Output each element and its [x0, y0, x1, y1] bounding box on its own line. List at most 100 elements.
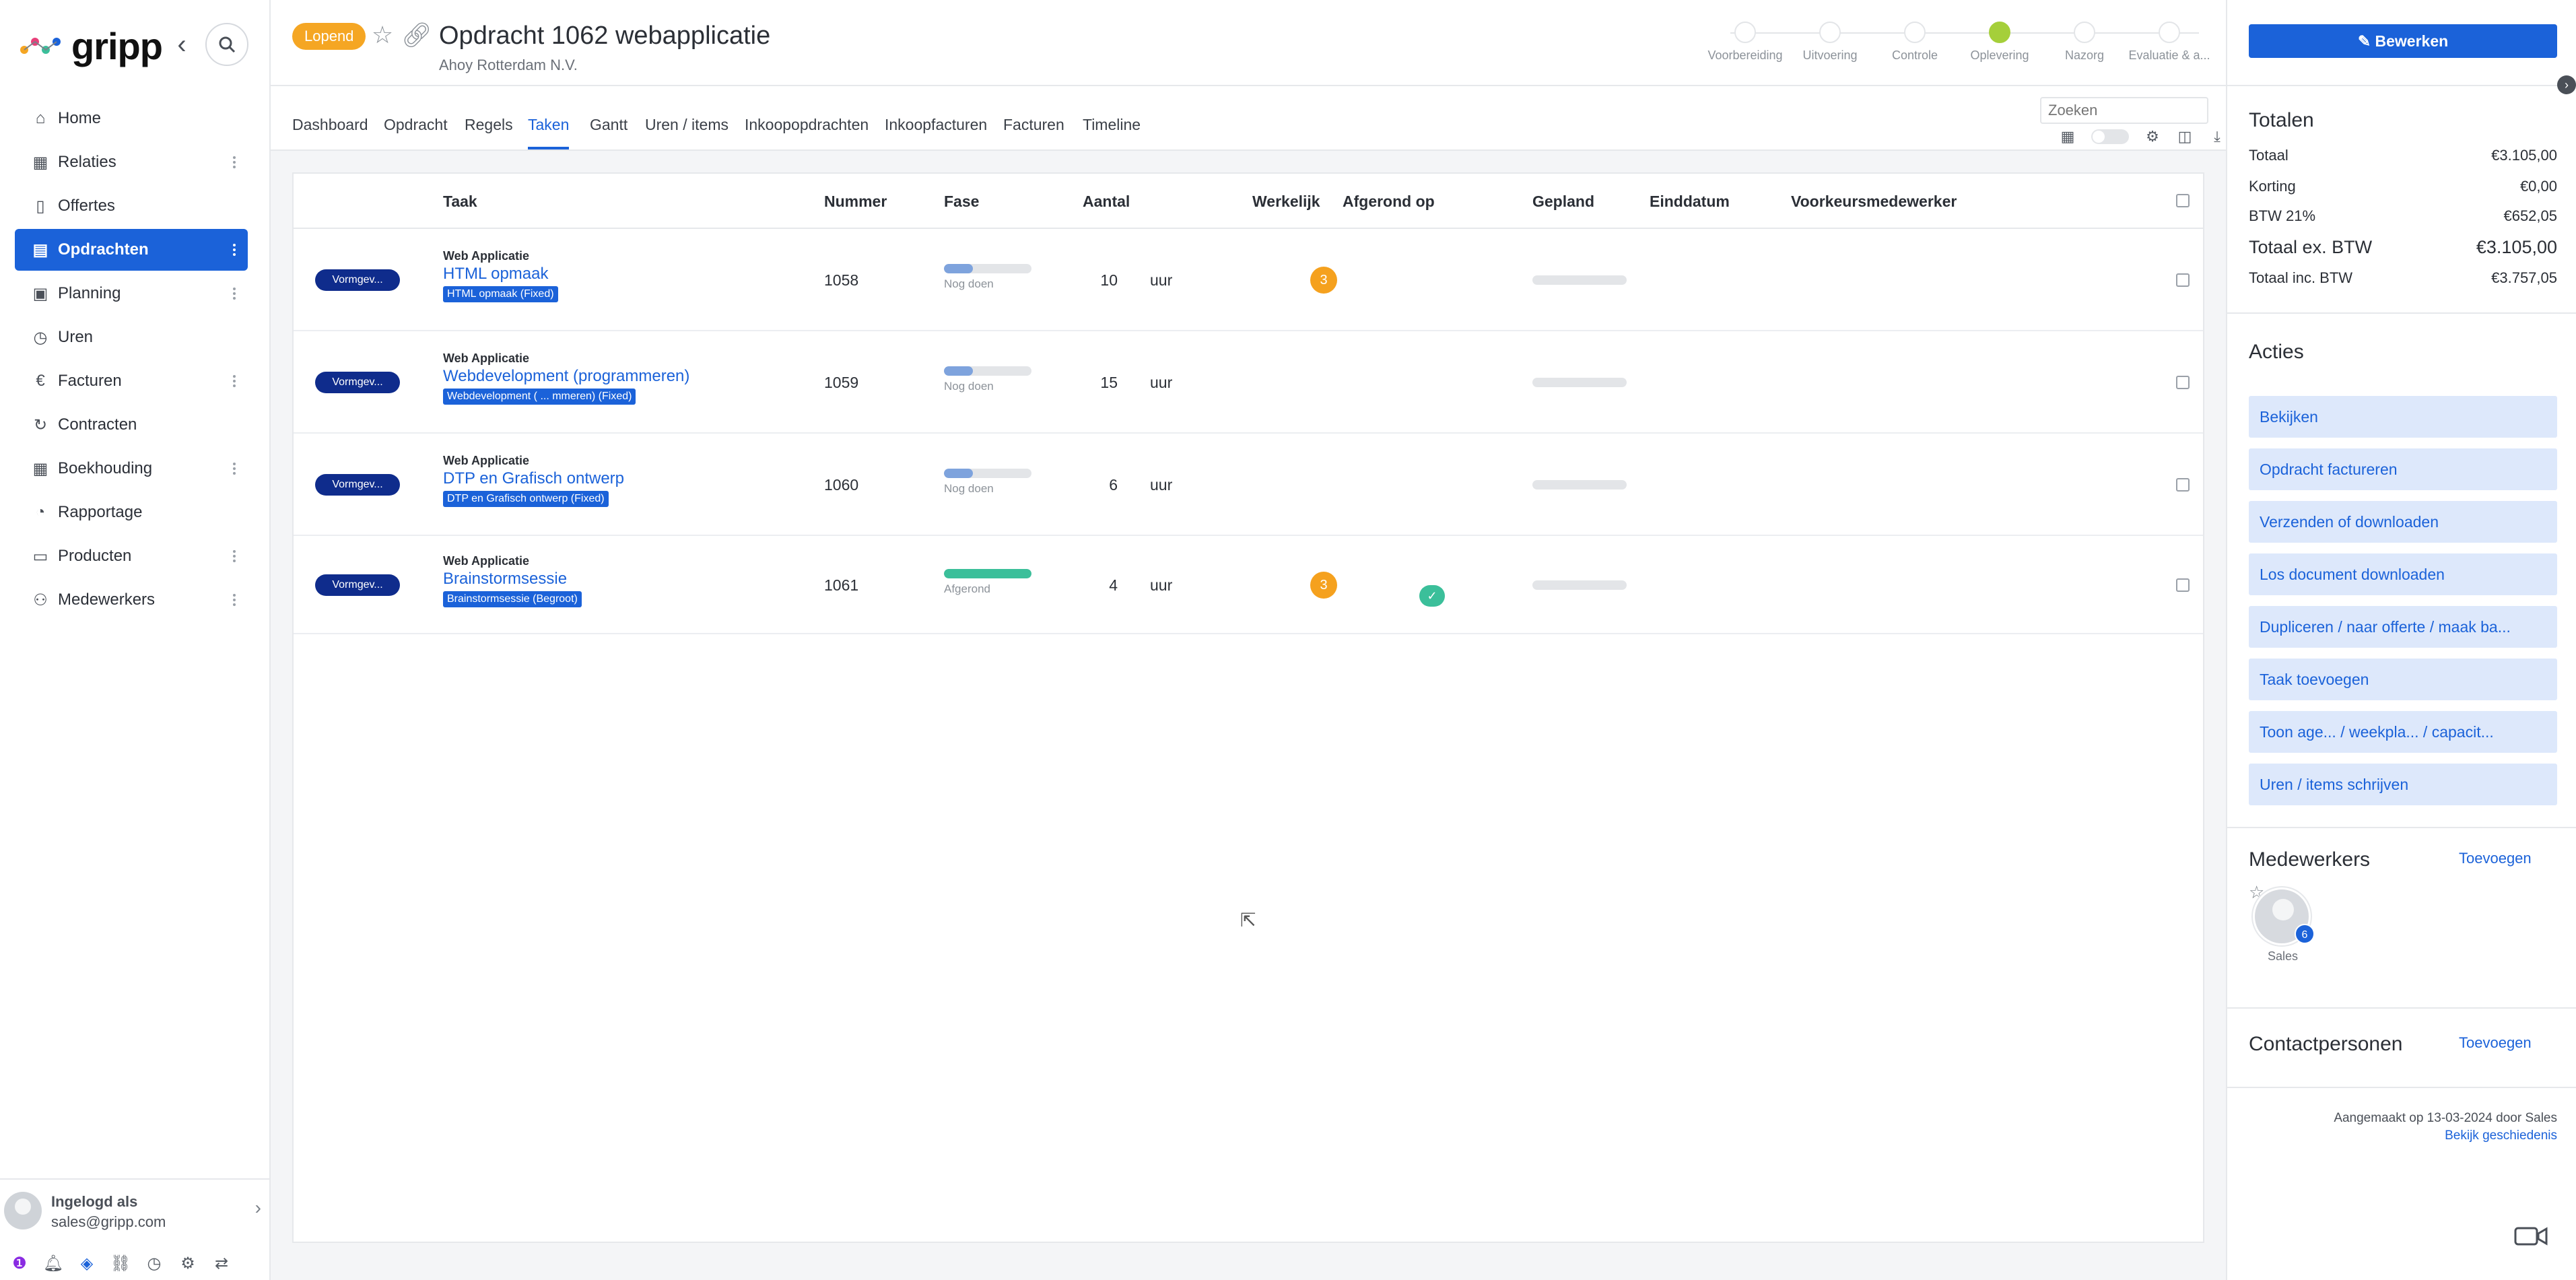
phase-step[interactable]: Nazorg	[2043, 22, 2126, 63]
link-icon[interactable]: 🔗︎	[401, 22, 432, 48]
select-all-checkbox[interactable]	[2176, 194, 2190, 207]
apps-icon[interactable]: ◈	[77, 1254, 97, 1274]
chevron-right-icon[interactable]: ›	[255, 1197, 261, 1219]
tab-timeline[interactable]: Timeline	[1083, 116, 1141, 134]
phase-step[interactable]: Voorbereiding	[1703, 22, 1787, 63]
search-input[interactable]	[2040, 97, 2208, 124]
view-toggle[interactable]	[2091, 129, 2129, 144]
tab-inkoopfacturen[interactable]: Inkoopfacturen	[885, 116, 987, 134]
actual-hours-badge[interactable]: 3	[1310, 572, 1337, 599]
gear-icon[interactable]: ⚙︎	[178, 1254, 198, 1274]
page-subtitle[interactable]: Ahoy Rotterdam N.V.	[439, 57, 578, 74]
table-row[interactable]: Vormgev... Web Applicatie DTP en Grafisc…	[294, 434, 2203, 536]
timer-icon[interactable]: ◷	[144, 1254, 164, 1274]
task-name-link[interactable]: DTP en Grafisch ontwerp	[443, 469, 624, 488]
action-button[interactable]: Dupliceren / naar offerte / maak ba...	[2249, 606, 2557, 648]
grid-view-icon[interactable]: ▦	[2059, 128, 2076, 145]
info-icon[interactable]: ❶	[9, 1254, 30, 1274]
task-name-link[interactable]: HTML opmaak	[443, 265, 558, 283]
table-row[interactable]: Vormgev... Web Applicatie Webdevelopment…	[294, 331, 2203, 434]
bell-icon[interactable]: 🔔︎	[43, 1254, 63, 1274]
col-taak[interactable]: Taak	[443, 193, 477, 211]
sidebar-item-opdrachten[interactable]: ▤ Opdrachten	[15, 229, 248, 271]
phase-dot	[1989, 22, 2010, 43]
category-badge[interactable]: Vormgev...	[315, 372, 400, 393]
download-icon[interactable]: ⤓	[2208, 128, 2226, 145]
star-icon[interactable]: ☆	[369, 22, 396, 48]
actual-hours-badge[interactable]: 3	[1310, 267, 1337, 294]
action-button[interactable]: Uren / items schrijven	[2249, 764, 2557, 805]
tab-uren-items[interactable]: Uren / items	[645, 116, 728, 134]
action-button[interactable]: Verzenden of downloaden	[2249, 501, 2557, 543]
row-checkbox[interactable]	[2176, 376, 2190, 389]
task-name-link[interactable]: Webdevelopment (programmeren)	[443, 367, 689, 386]
tab-opdracht[interactable]: Opdracht	[384, 116, 448, 134]
tab-dashboard[interactable]: Dashboard	[292, 116, 368, 134]
col-einddatum[interactable]: Einddatum	[1650, 193, 1730, 211]
action-button[interactable]: Taak toevoegen	[2249, 659, 2557, 700]
action-button[interactable]: Opdracht factureren	[2249, 448, 2557, 490]
edit-button[interactable]: ✎ Bewerken	[2249, 24, 2557, 58]
more-vertical-icon[interactable]	[233, 156, 236, 168]
tab-facturen[interactable]: Facturen	[1003, 116, 1064, 134]
col-voorkeur[interactable]: Voorkeursmedewerker	[1791, 193, 1957, 211]
task-name-link[interactable]: Brainstormsessie	[443, 570, 582, 588]
tab-taken[interactable]: Taken	[528, 116, 570, 149]
sidebar-item-facturen[interactable]: € Facturen	[15, 360, 248, 402]
collapse-sidebar-icon[interactable]: ‹	[170, 31, 194, 58]
more-vertical-icon[interactable]	[233, 594, 236, 606]
more-vertical-icon[interactable]	[233, 550, 236, 562]
col-aantal[interactable]: Aantal	[1083, 193, 1130, 211]
table-row[interactable]: Vormgev... Web Applicatie Brainstormsess…	[294, 536, 2203, 634]
sidebar-item-planning[interactable]: ▣ Planning	[15, 273, 248, 314]
sidebar-item-home[interactable]: ⌂ Home	[15, 98, 248, 139]
add-contact-link[interactable]: Toevoegen	[2459, 1034, 2532, 1052]
action-button[interactable]: Toon age... / weekpla... / capacit...	[2249, 711, 2557, 753]
video-camera-icon[interactable]	[2514, 1224, 2548, 1248]
sidebar-item-rapportage[interactable]: ◔ Rapportage	[15, 492, 248, 533]
col-fase[interactable]: Fase	[944, 193, 979, 211]
sidebar-item-medewerkers[interactable]: ⚇ Medewerkers	[15, 579, 248, 621]
more-vertical-icon[interactable]	[233, 463, 236, 475]
tab-regels[interactable]: Regels	[465, 116, 513, 134]
switch-icon[interactable]: ⇄	[211, 1254, 232, 1274]
tab-gantt[interactable]: Gantt	[590, 116, 628, 134]
sidebar-item-offertes[interactable]: ▯ Offertes	[15, 185, 248, 227]
category-badge[interactable]: Vormgev...	[315, 269, 400, 291]
sidebar-item-uren[interactable]: ◷ Uren	[15, 316, 248, 358]
sidebar-item-boekhouding[interactable]: ▦ Boekhouding	[15, 448, 248, 490]
phase-status: Nog doen	[944, 482, 994, 495]
phase-step[interactable]: Controle	[1873, 22, 1957, 63]
user-box[interactable]: Ingelogd als sales@gripp.com ›	[0, 1178, 271, 1232]
more-vertical-icon[interactable]	[233, 375, 236, 387]
col-gepland[interactable]: Gepland	[1532, 193, 1594, 211]
category-badge[interactable]: Vormgev...	[315, 474, 400, 496]
columns-icon[interactable]: ◫	[2176, 128, 2194, 145]
col-afgerond[interactable]: Afgerond op	[1343, 193, 1435, 211]
sidebar-item-relaties[interactable]: ▦ Relaties	[15, 141, 248, 183]
category-badge[interactable]: Vormgev...	[315, 574, 400, 596]
action-button[interactable]: Los document downloaden	[2249, 553, 2557, 595]
panel-toggle-icon[interactable]: ›	[2557, 75, 2576, 94]
phase-step[interactable]: Oplevering	[1958, 22, 2041, 63]
col-werkelijk[interactable]: Werkelijk	[1252, 193, 1320, 211]
brand-logo[interactable]: gripp	[19, 24, 163, 67]
global-search-button[interactable]	[205, 23, 248, 66]
sidebar-item-contracten[interactable]: ↻ Contracten	[15, 404, 248, 446]
action-button[interactable]: Bekijken	[2249, 396, 2557, 438]
more-vertical-icon[interactable]	[233, 244, 236, 256]
link-icon[interactable]: ⛓︎	[110, 1254, 131, 1274]
row-checkbox[interactable]	[2176, 578, 2190, 592]
row-checkbox[interactable]	[2176, 273, 2190, 287]
sidebar-item-producten[interactable]: ▭ Producten	[15, 535, 248, 577]
more-vertical-icon[interactable]	[233, 288, 236, 300]
history-link[interactable]: Bekijk geschiedenis	[2445, 1129, 2557, 1143]
settings-icon[interactable]: ⚙︎	[2144, 128, 2161, 145]
phase-step[interactable]: Uitvoering	[1788, 22, 1872, 63]
tab-inkoopopdrachten[interactable]: Inkoopopdrachten	[745, 116, 869, 134]
row-checkbox[interactable]	[2176, 478, 2190, 492]
col-nummer[interactable]: Nummer	[824, 193, 887, 211]
add-employee-link[interactable]: Toevoegen	[2459, 850, 2532, 867]
table-row[interactable]: Vormgev... Web Applicatie HTML opmaak HT…	[294, 229, 2203, 331]
phase-step[interactable]: Evaluatie & a...	[2128, 22, 2211, 63]
